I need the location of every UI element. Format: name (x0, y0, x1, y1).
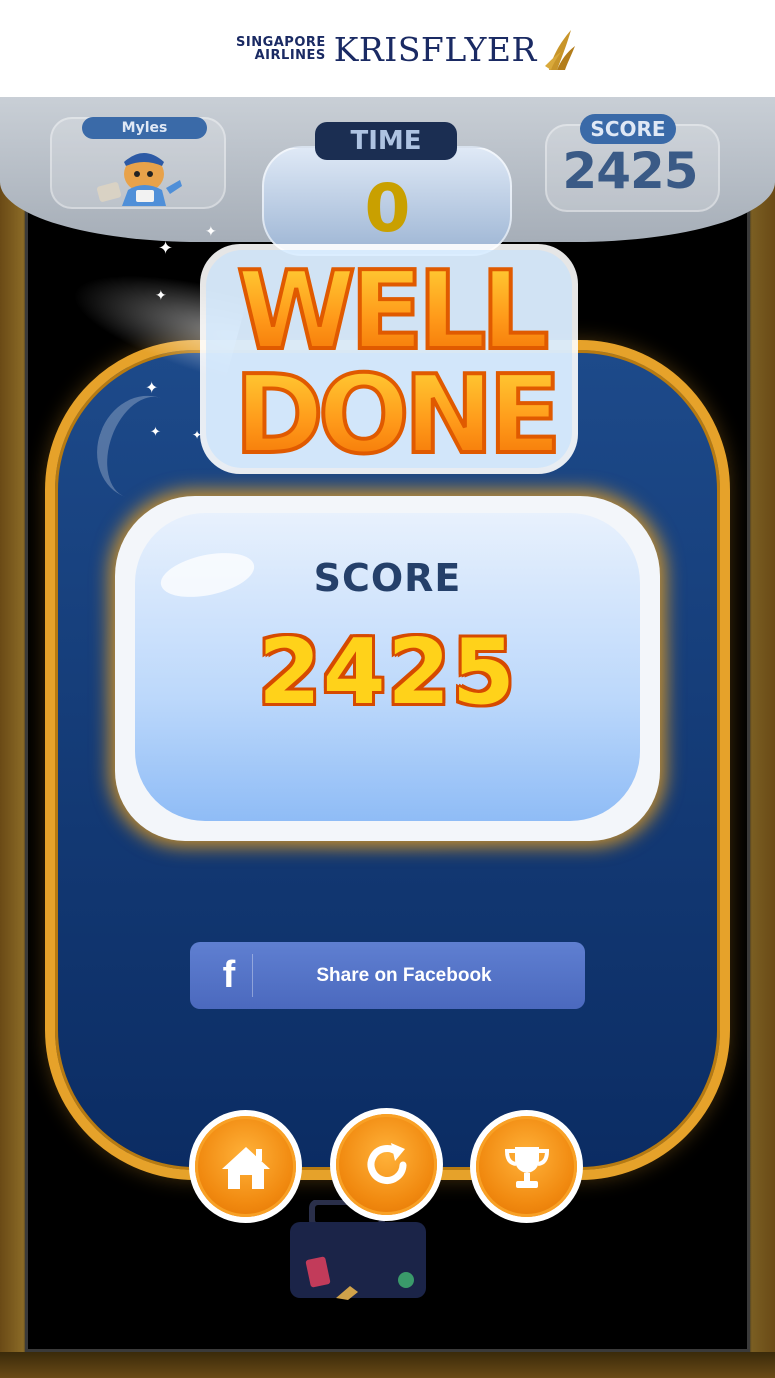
share-facebook-button[interactable]: f Share on Facebook (190, 942, 585, 1009)
brand-logo: SINGAPORE AIRLINES KRISFLYER (236, 24, 577, 74)
replay-button[interactable] (330, 1108, 443, 1221)
final-score-value: 2425 (258, 620, 517, 725)
replay-icon (367, 1142, 406, 1184)
done-text: DONE (234, 353, 556, 478)
leaderboard-button-ring (476, 1116, 577, 1217)
airline-wordmark: SINGAPORE AIRLINES (236, 36, 326, 62)
leaderboard-button[interactable] (470, 1110, 583, 1223)
trophy-icon (504, 1146, 549, 1188)
player-name-badge: Myles (82, 117, 207, 139)
sparkle-icon: ✦ (155, 288, 167, 304)
time-label: TIME (315, 122, 457, 160)
app-header: SINGAPORE AIRLINES KRISFLYER (0, 0, 775, 97)
sparkle-icon: ✦ (158, 238, 174, 259)
airline-line2: AIRLINES (254, 48, 326, 63)
hud-score-value: 2425 (562, 142, 698, 200)
home-button[interactable] (189, 1110, 302, 1223)
replay-button-ring (336, 1114, 437, 1215)
home-icon (221, 1146, 270, 1189)
hud-score-label: SCORE (580, 114, 676, 144)
sparkle-icon: ✦ (150, 425, 161, 440)
facebook-icon: f (222, 954, 236, 996)
airline-bird-icon (544, 30, 575, 70)
final-score-label: SCORE (313, 556, 462, 600)
program-wordmark: KRISFLYER (333, 29, 537, 69)
home-button-ring (195, 1116, 296, 1217)
sparkle-icon: ✦ (145, 378, 159, 397)
share-facebook-label: Share on Facebook (316, 965, 492, 986)
player-avatar (96, 153, 182, 206)
game-frame-bottom (0, 1352, 775, 1378)
well-done-heading: WELL DONE (200, 244, 578, 480)
